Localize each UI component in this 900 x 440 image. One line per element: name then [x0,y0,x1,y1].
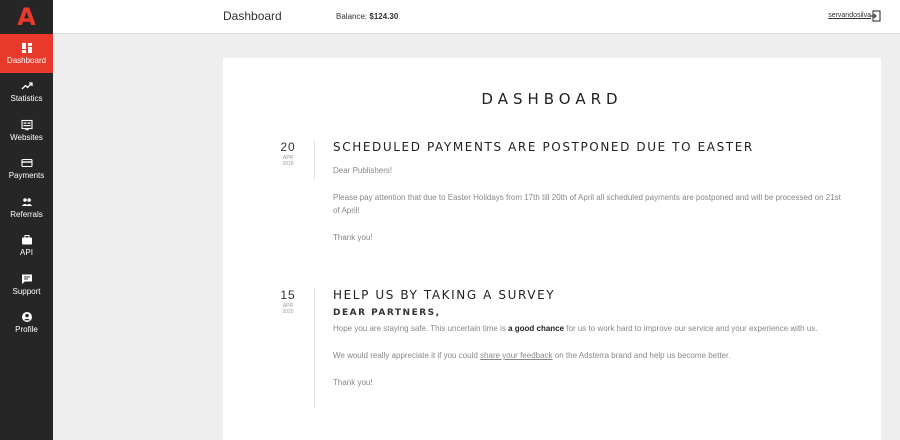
sidebar-item-payments[interactable]: Payments [0,150,53,189]
post-date: 15 APR 2020 [275,288,301,315]
sidebar-item-label: Websites [10,132,43,142]
post-paragraph: Thank you! [333,233,373,242]
logo[interactable]: A [0,0,53,34]
post-text: Hope you are staying safe. This uncertai… [333,324,509,333]
top-bar: Dashboard Balance: $124.30 servandosilva [53,0,900,34]
post-day: 20 [280,140,296,154]
people-icon [21,197,32,206]
logo-letter: A [17,3,36,31]
post-paragraph: Hope you are staying safe. This uncertai… [333,322,843,335]
post-paragraph: We would really appreciate it if you cou… [333,349,843,362]
trending-up-icon [21,82,33,90]
sidebar-item-label: Referrals [10,209,43,219]
chat-icon [21,274,32,284]
post-day: 15 [280,288,296,302]
post-year: 2020 [282,309,294,315]
post-body: SCHEDULED PAYMENTS ARE POSTPONED DUE TO … [333,140,843,244]
dashboard-card: DASHBOARD 20 APR 2018 SCHEDULED PAYMENTS… [223,58,881,440]
post-date: 20 APR 2018 [275,140,301,167]
balance: Balance: $124.30 [336,12,398,21]
post-title: SCHEDULED PAYMENTS ARE POSTPONED DUE TO … [333,140,754,154]
sidebar-item-profile[interactable]: Profile [0,304,53,343]
sidebar-item-api[interactable]: API [0,227,53,266]
credit-card-icon [20,159,33,168]
dashboard-icon [21,42,32,53]
sidebar-item-support[interactable]: Support [0,265,53,304]
sidebar-item-dashboard[interactable]: Dashboard [0,34,53,73]
sidebar-item-label: Dashboard [6,55,47,65]
sidebar-item-label: Profile [15,325,38,335]
post-title: HELP US BY TAKING A SURVEY [333,288,556,302]
sidebar-item-statistics[interactable]: Statistics [0,73,53,112]
post-divider [314,140,315,180]
sidebar-item-label: Payments [8,171,45,181]
briefcase-icon [21,235,32,245]
post-text: on the Adsterra brand and help us become… [552,351,731,360]
post-subtitle: DEAR PARTNERS, [333,308,441,318]
post-paragraph: Thank you! [333,378,373,387]
post-divider [314,288,315,408]
sidebar-item-websites[interactable]: Websites [0,111,53,150]
sidebar-item-label: Support [12,286,41,296]
dashboard-heading: DASHBOARD [481,90,623,108]
feedback-link[interactable]: share your feedback [480,351,553,360]
sidebar-item-label: Statistics [10,94,43,104]
post-emphasis: a good chance [508,324,565,333]
balance-label: Balance: [336,12,368,21]
post-body: HELP US BY TAKING A SURVEY DEAR PARTNERS… [333,288,843,389]
sidebar: A Dashboard Statistics Websites Payments… [0,0,53,440]
sidebar-item-label: API [20,248,33,258]
page-title: Dashboard [223,9,282,23]
websites-icon [20,119,33,130]
post-paragraph: Dear Publishers! [333,166,393,175]
account-icon [21,312,32,323]
username-link[interactable]: servandosilva [828,12,871,19]
balance-value: $124.30 [369,12,399,21]
post-text: We would really appreciate it if you cou… [333,351,481,360]
logout-icon[interactable] [869,10,881,22]
post-year: 2018 [282,161,294,167]
post-paragraph: Please pay attention that due to Easter … [333,193,841,215]
sidebar-item-referrals[interactable]: Referrals [0,188,53,227]
post-text: for us to work hard to improve our servi… [564,324,818,333]
